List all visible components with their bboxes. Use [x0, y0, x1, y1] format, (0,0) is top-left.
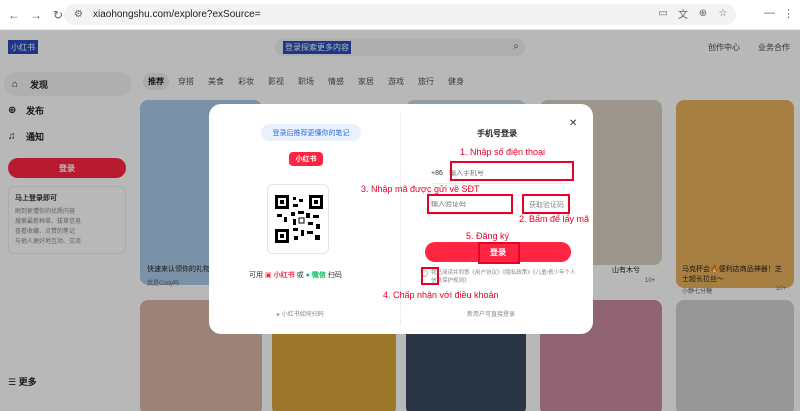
scan-or: 或 — [296, 272, 304, 279]
install-icon[interactable]: ▭ — [656, 6, 670, 20]
back-icon[interactable]: ← — [6, 7, 22, 23]
address-bar[interactable]: ⚙ xiaohongshu.com/explore?exSource= — [64, 4, 736, 25]
menu-icon[interactable]: ⋮ — [783, 7, 794, 20]
annotation-step3: 3. Nhập mã được gửi về SĐT — [361, 184, 480, 194]
promo-pill: 登录后推荐更懂你的笔记 — [261, 124, 361, 141]
annotation-step2: 2. Bấm để lấy mã — [519, 214, 590, 224]
scan-prefix: 可用 — [249, 272, 263, 279]
site-info-icon[interactable]: ⚙ — [74, 9, 83, 20]
annotation-box-agree — [421, 267, 439, 285]
how-to-scan-label: 小红书如何扫码 — [281, 312, 324, 318]
browser-toolbar: ← → ↻ ⚙ xiaohongshu.com/explore?exSource… — [0, 0, 800, 30]
forward-icon[interactable]: → — [28, 7, 44, 23]
close-icon[interactable]: ✕ — [569, 118, 577, 129]
bookmark-star-icon[interactable]: ☆ — [716, 6, 730, 20]
annotation-box-code — [427, 194, 513, 214]
annotation-box-phone — [450, 161, 574, 181]
agreement-row: 我已阅读并同意《用户协议》《隐私政策》《儿童/青少年个人信息保护规则》 — [421, 269, 581, 285]
scan-brand: 小红书 — [273, 272, 295, 279]
annotation-step1: 1. Nhập số điện thoại — [460, 147, 546, 157]
country-code[interactable]: +86 — [431, 170, 449, 177]
translate-icon[interactable]: 文 — [676, 6, 690, 21]
scan-instructions: 可用 ▣ 小红书 或 ● 微信 扫码 — [249, 270, 342, 280]
minimize-icon[interactable]: — — [764, 7, 775, 20]
qr-pattern-icon — [275, 195, 323, 243]
how-to-scan-link[interactable]: ▸ 小红书如何扫码 — [277, 309, 324, 318]
xhs-logo-icon: ▣ — [265, 272, 272, 279]
wechat-icon: ● — [305, 271, 310, 279]
brand-badge: 小红书 — [289, 152, 323, 166]
annotation-box-get-code — [522, 194, 570, 214]
url-text: xiaohongshu.com/explore?exSource= — [92, 9, 261, 20]
qr-code — [267, 184, 329, 254]
scan-suffix: 扫码 — [327, 272, 342, 279]
annotation-step5: 5. Đăng ký — [466, 231, 510, 241]
agreement-text: 我已阅读并同意《用户协议》《隐私政策》《儿童/青少年个人信息保护规则》 — [431, 270, 576, 284]
annotation-box-submit — [478, 242, 520, 264]
zoom-icon[interactable]: ⊕ — [696, 6, 710, 20]
annotation-step4: 4. Chấp nhận với điều khoản — [383, 290, 499, 300]
new-user-hint: 新用户可直接登录 — [467, 312, 516, 318]
scan-wechat: 微信 — [311, 272, 326, 279]
modal-title: 手机号登录 — [477, 129, 517, 138]
